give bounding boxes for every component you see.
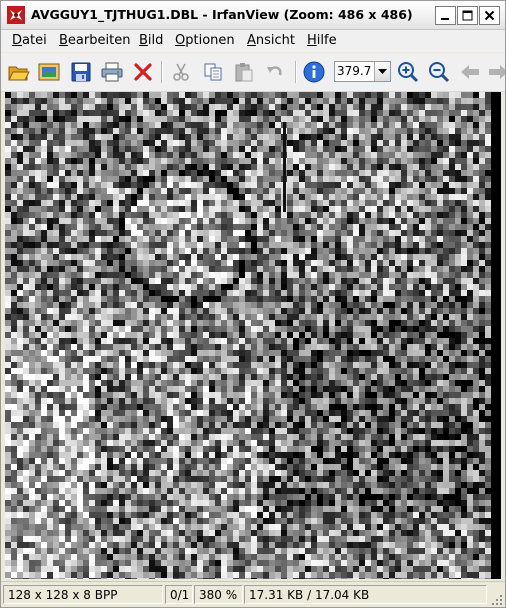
status-zoom: 380 % bbox=[194, 585, 243, 604]
status-page: 0/1 bbox=[165, 585, 193, 604]
maximize-button[interactable] bbox=[457, 6, 478, 25]
toolbar-separator bbox=[295, 61, 296, 83]
menu-ansicht[interactable]: Ansicht bbox=[247, 33, 295, 48]
status-file-size: 17.31 KB / 17.04 KB bbox=[244, 585, 487, 604]
menu-bearbeiten-mnemonic: B bbox=[59, 33, 68, 48]
resize-grip-icon[interactable] bbox=[491, 594, 503, 606]
info-icon bbox=[303, 61, 325, 83]
menu-datei-mnemonic: D bbox=[12, 33, 23, 48]
toolbar-separator bbox=[161, 61, 162, 83]
window-title: AVGGUY1_TJTHUG1.DBL - IrfanView (Zoom: 4… bbox=[31, 7, 413, 22]
menu-bearbeiten[interactable]: Bearbeiten bbox=[59, 33, 130, 48]
menu-bild-label: ild bbox=[147, 33, 164, 48]
toolbar: 379.7 bbox=[1, 53, 505, 92]
thumbnails-button[interactable] bbox=[37, 60, 61, 84]
menu-hilfe-mnemonic: H bbox=[307, 33, 317, 48]
paste-icon bbox=[235, 63, 253, 82]
irfanview-window: AVGGUY1_TJTHUG1.DBL - IrfanView (Zoom: 4… bbox=[0, 0, 506, 608]
zoom-out-button[interactable] bbox=[427, 60, 451, 84]
chevron-down-icon bbox=[378, 68, 387, 74]
zoom-in-button[interactable] bbox=[396, 60, 420, 84]
delete-icon bbox=[134, 63, 152, 81]
maximize-icon bbox=[462, 10, 473, 21]
title-bar[interactable]: AVGGUY1_TJTHUG1.DBL - IrfanView (Zoom: 4… bbox=[1, 1, 505, 30]
status-dimensions: 128 x 128 x 8 BPP bbox=[3, 585, 163, 604]
save-button[interactable] bbox=[69, 60, 93, 84]
zoom-value[interactable]: 379.7 bbox=[337, 64, 371, 78]
menu-datei-label: atei bbox=[22, 33, 47, 48]
menu-optionen-label: ptionen bbox=[185, 33, 235, 48]
previous-icon bbox=[461, 65, 479, 79]
next-button[interactable] bbox=[487, 60, 505, 84]
displayed-image bbox=[5, 92, 501, 579]
minimize-icon bbox=[441, 18, 449, 20]
menu-ansicht-label: nsicht bbox=[255, 33, 296, 48]
close-button[interactable] bbox=[479, 6, 500, 25]
minimize-button[interactable] bbox=[435, 6, 456, 25]
menu-bild-mnemonic: B bbox=[139, 33, 148, 48]
open-button[interactable] bbox=[7, 60, 31, 84]
delete-button[interactable] bbox=[131, 60, 155, 84]
menu-bild[interactable]: Bild bbox=[139, 33, 163, 48]
zoom-in-icon bbox=[398, 62, 419, 83]
menu-datei[interactable]: Datei bbox=[12, 33, 47, 48]
copy-icon bbox=[204, 63, 222, 81]
irfanview-app-icon[interactable] bbox=[7, 6, 25, 24]
status-bar: 128 x 128 x 8 BPP 0/1 380 % 17.31 KB / 1… bbox=[1, 581, 505, 607]
print-icon bbox=[101, 62, 123, 82]
thumbnails-icon bbox=[38, 63, 60, 81]
save-icon bbox=[71, 62, 91, 82]
cut-button[interactable] bbox=[169, 60, 193, 84]
menu-optionen-mnemonic: O bbox=[175, 33, 186, 48]
open-folder-icon bbox=[8, 66, 30, 81]
info-button[interactable] bbox=[302, 60, 326, 84]
image-canvas[interactable] bbox=[5, 92, 501, 579]
menu-hilfe-label: ilfe bbox=[316, 33, 337, 48]
copy-button[interactable] bbox=[201, 60, 225, 84]
menu-optionen[interactable]: Optionen bbox=[175, 33, 235, 48]
zoom-out-icon bbox=[429, 62, 450, 83]
zoom-combo[interactable]: 379.7 bbox=[334, 61, 391, 82]
menu-ansicht-mnemonic: A bbox=[247, 33, 256, 48]
menu-bar: Datei Bearbeiten Bild Optionen Ansicht H… bbox=[1, 30, 505, 52]
print-button[interactable] bbox=[100, 60, 124, 84]
next-icon bbox=[489, 65, 505, 79]
previous-button[interactable] bbox=[458, 60, 482, 84]
menu-hilfe[interactable]: Hilfe bbox=[307, 33, 337, 48]
undo-button[interactable] bbox=[263, 60, 287, 84]
close-icon bbox=[484, 10, 495, 21]
menu-bearbeiten-label: earbeiten bbox=[67, 33, 131, 48]
paste-button[interactable] bbox=[232, 60, 256, 84]
cut-icon bbox=[173, 63, 189, 81]
zoom-dropdown-button[interactable] bbox=[374, 62, 390, 81]
undo-icon bbox=[267, 66, 282, 76]
